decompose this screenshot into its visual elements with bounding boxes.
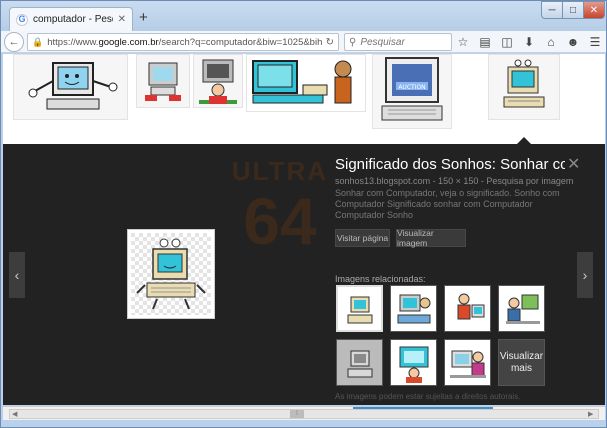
home-icon[interactable]: ⌂ <box>544 34 558 50</box>
close-preview-icon[interactable]: ✕ <box>567 154 580 174</box>
tab-google-search[interactable]: G computador - Pesquisa Go... ✕ <box>9 7 133 31</box>
related-image[interactable] <box>498 285 545 332</box>
view-more-label: Visualizar mais <box>499 350 544 374</box>
related-image[interactable] <box>390 339 437 386</box>
view-image-button[interactable]: Visualizar imagem <box>396 228 466 248</box>
view-more-button[interactable]: Visualizar mais <box>498 339 545 386</box>
previous-image-button[interactable]: ‹ <box>9 252 25 298</box>
reading-list-icon[interactable]: ▤ <box>478 34 492 50</box>
search-icon: ⚲ <box>349 36 357 48</box>
result-thumbnail-caveman-computer[interactable] <box>246 54 366 112</box>
result-thumbnail-monitor-keyboard[interactable] <box>488 54 560 120</box>
watermark-line2: 64 <box>243 184 317 258</box>
related-image[interactable] <box>336 339 383 386</box>
tab-title: computador - Pesquisa Go... <box>33 14 113 25</box>
result-thumbnail-person-computer[interactable] <box>193 54 243 108</box>
download-icon[interactable]: ⬇ <box>522 34 536 50</box>
url-host: google.com.br <box>98 36 159 48</box>
page-content: AUCTION ULTRA 64 ‹ › ✕ Significado dos S… <box>3 54 605 405</box>
back-button[interactable]: ← <box>4 32 24 52</box>
result-thumbnail-auction-computer[interactable]: AUCTION <box>372 54 452 129</box>
tab-close-icon[interactable]: ✕ <box>118 14 126 25</box>
related-image[interactable] <box>390 285 437 332</box>
title-bar: G computador - Pesquisa Go... ✕ + ─ □ ✕ <box>1 1 606 31</box>
related-image[interactable] <box>336 285 383 332</box>
maximize-icon: □ <box>569 4 577 16</box>
pocket-icon[interactable]: ◫ <box>500 34 514 50</box>
chat-icon[interactable]: ☻ <box>566 34 580 50</box>
preview-title[interactable]: Significado dos Sonhos: Sonhar com... <box>335 156 565 173</box>
related-image[interactable] <box>444 339 491 386</box>
minimize-icon: ─ <box>548 4 556 16</box>
image-preview-panel: ULTRA 64 ‹ › ✕ Significado dos Sonhos: S… <box>3 144 605 405</box>
horizontal-scrollbar[interactable]: ◀ ⁞ ▶ <box>9 409 599 419</box>
google-favicon-icon: G <box>16 13 28 26</box>
chevron-right-icon: › <box>582 267 588 283</box>
url-prefix: https://www. <box>47 36 99 48</box>
image-results-row: AUCTION <box>3 54 605 142</box>
preview-description: Sonhar com Computador, veja o significad… <box>335 188 560 220</box>
close-icon: ✕ <box>589 4 599 16</box>
close-window-button[interactable]: ✕ <box>583 1 605 19</box>
url-text[interactable]: https://www.google.com.br/search?q=compu… <box>47 37 321 48</box>
toolbar-icons: ☆ ▤ ◫ ⬇ ⌂ ☻ ☰ <box>456 34 602 50</box>
preview-image[interactable] <box>127 229 215 319</box>
back-arrow-icon: ← <box>8 36 20 48</box>
lock-icon: 🔒 <box>32 36 44 47</box>
preview-source[interactable]: sonhos13.blogspot.com - 150 × 150 - Pesq… <box>335 176 573 186</box>
address-bar[interactable]: 🔒 https://www.google.com.br/search?q=com… <box>27 33 339 51</box>
chevron-left-icon: ‹ <box>14 267 20 283</box>
visit-page-button[interactable]: Visitar página <box>335 229 390 247</box>
scrollbar-thumb[interactable]: ⁞ <box>290 410 304 418</box>
scroll-left-icon[interactable]: ◀ <box>12 410 17 418</box>
new-tab-button[interactable]: + <box>139 10 148 25</box>
related-images-label: Imagens relacionadas: <box>335 274 426 284</box>
svg-text:AUCTION: AUCTION <box>398 84 425 91</box>
search-bar[interactable]: ⚲ <box>344 33 452 51</box>
related-image[interactable] <box>444 285 491 332</box>
menu-icon[interactable]: ☰ <box>588 34 602 50</box>
minimize-button[interactable]: ─ <box>541 1 563 19</box>
result-thumbnail-smiling-monitor[interactable] <box>13 54 128 120</box>
result-thumbnail-red-computer[interactable] <box>136 54 190 108</box>
navigation-bar: ← 🔒 https://www.google.com.br/search?q=c… <box>1 31 606 53</box>
search-input[interactable] <box>360 36 445 48</box>
url-path: /search?q=computador&biw=1025&bih=612&so… <box>158 36 322 48</box>
reload-icon[interactable]: ↻ <box>326 37 334 48</box>
copyright-notice: As imagens podem estar sujeitas a direit… <box>335 392 521 401</box>
watermark-logo: ULTRA 64 <box>225 144 335 304</box>
next-image-button[interactable]: › <box>577 252 593 298</box>
browser-window: G computador - Pesquisa Go... ✕ + ─ □ ✕ … <box>0 0 607 428</box>
maximize-button[interactable]: □ <box>562 1 584 19</box>
status-bar: ◀ ⁞ ▶ <box>3 406 605 420</box>
selection-caret <box>517 137 531 144</box>
scroll-right-icon[interactable]: ▶ <box>588 410 593 418</box>
bookmark-star-icon[interactable]: ☆ <box>456 34 470 50</box>
